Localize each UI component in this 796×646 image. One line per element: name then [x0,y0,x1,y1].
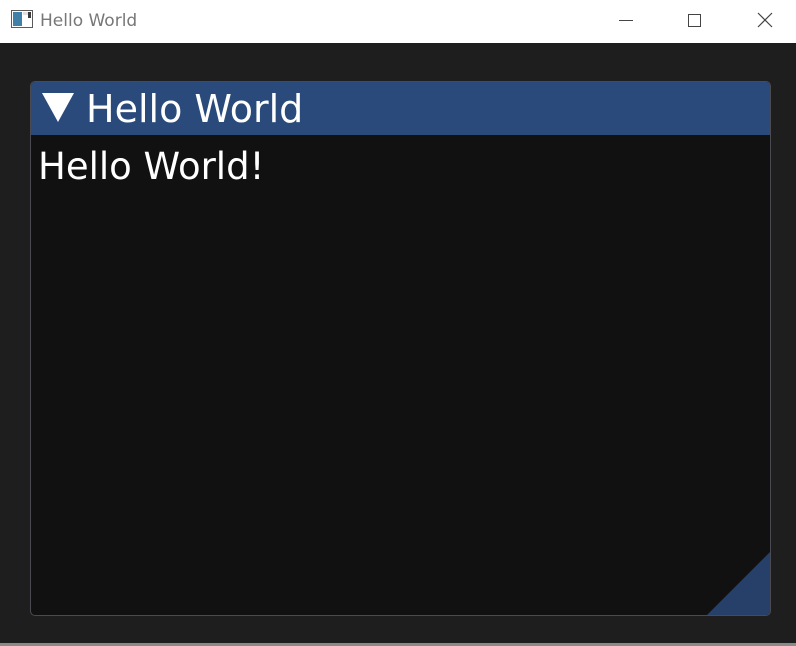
maximize-button[interactable] [660,0,730,43]
minimize-button[interactable] [590,0,660,43]
imgui-window-title: Hello World [86,87,304,131]
collapse-arrow-down-icon[interactable] [41,93,75,123]
imgui-window-titlebar[interactable]: Hello World [31,82,770,135]
close-button[interactable] [730,0,796,43]
window-title: Hello World [40,11,138,31]
client-area: Hello World Hello World! [0,43,796,643]
app-window-icon [11,10,33,28]
window-titlebar[interactable]: Hello World [0,0,796,43]
hello-text: Hello World! [38,145,265,188]
app-window: Hello World Hello World Hello World! [0,0,796,646]
imgui-window[interactable]: Hello World Hello World! [30,81,771,616]
resize-grip-icon[interactable] [707,552,770,615]
